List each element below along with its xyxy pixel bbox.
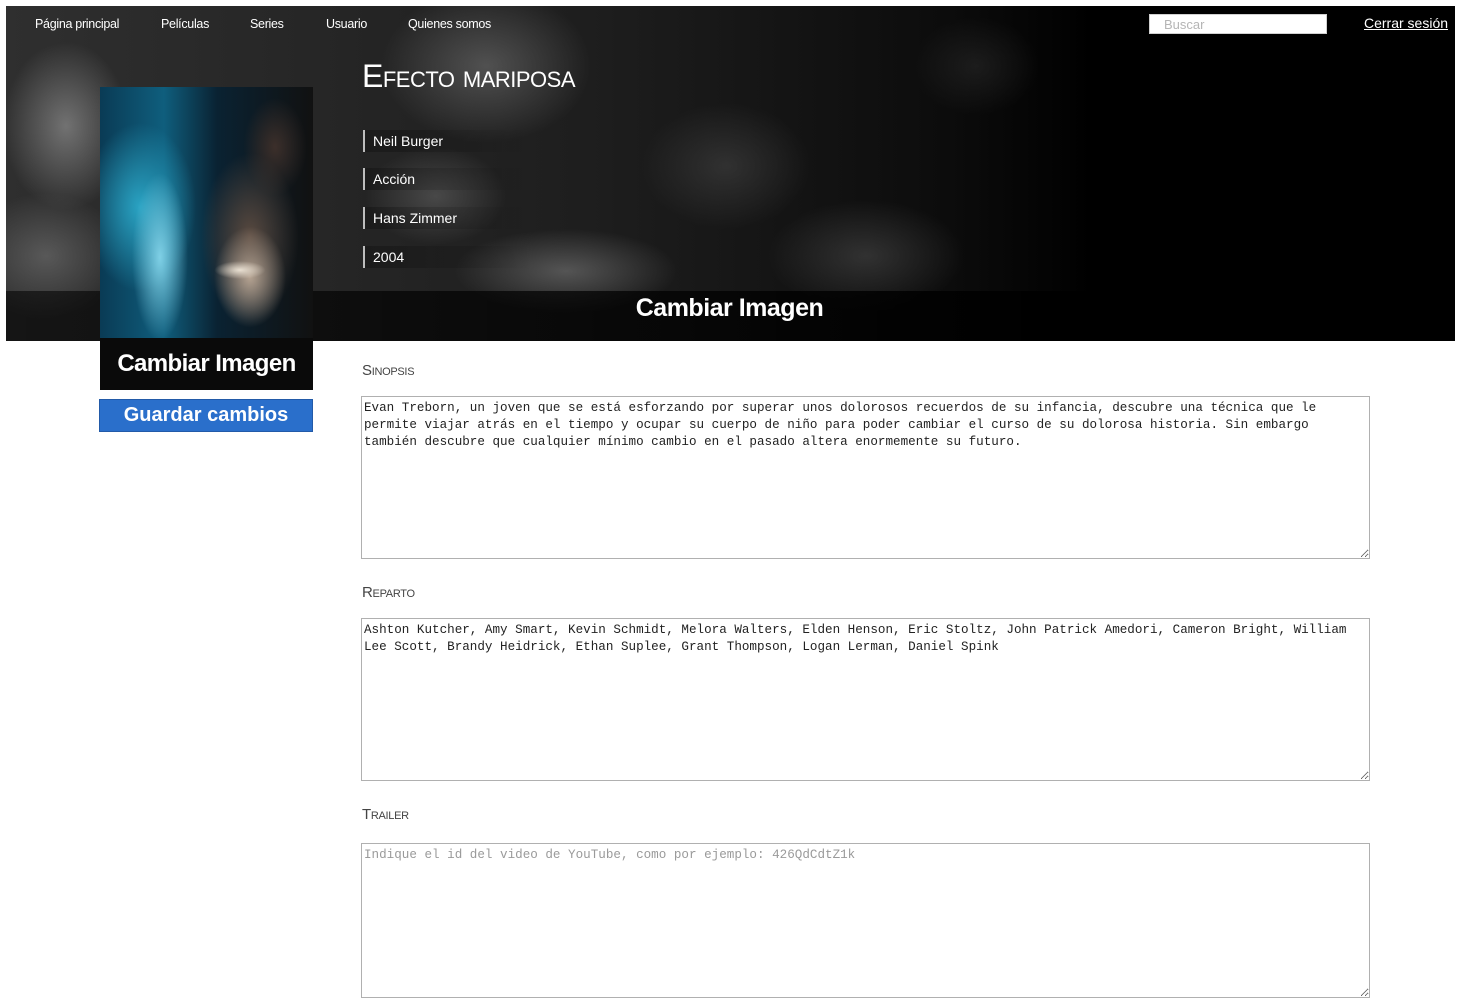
- nav-about-link[interactable]: Quienes somos: [408, 17, 491, 31]
- trailer-textarea[interactable]: [361, 843, 1370, 998]
- poster-change-image-button[interactable]: Cambiar Imagen: [100, 338, 313, 390]
- movie-poster: Cambiar Imagen: [100, 87, 313, 390]
- movie-title: Efecto mariposa: [362, 58, 576, 94]
- synopsis-label: Sinopsis: [362, 362, 415, 379]
- movie-director: Neil Burger: [363, 130, 533, 152]
- cast-label: Reparto: [362, 584, 415, 601]
- trailer-label: Trailer: [362, 806, 409, 823]
- logout-link[interactable]: Cerrar sesión: [1364, 15, 1448, 31]
- cast-textarea[interactable]: Ashton Kutcher, Amy Smart, Kevin Schmidt…: [361, 618, 1370, 781]
- movie-genre: Acción: [363, 168, 533, 190]
- nav-home-link[interactable]: Página principal: [35, 17, 119, 31]
- nav-movies-link[interactable]: Películas: [161, 17, 209, 31]
- nav-user-link[interactable]: Usuario: [326, 17, 367, 31]
- movie-composer: Hans Zimmer: [363, 207, 533, 229]
- movie-year: 2004: [363, 246, 533, 268]
- synopsis-textarea[interactable]: Evan Treborn, un joven que se está esfor…: [361, 396, 1370, 559]
- save-changes-button[interactable]: Guardar cambios: [99, 399, 313, 432]
- search-input[interactable]: [1149, 14, 1327, 34]
- nav-series-link[interactable]: Series: [250, 17, 284, 31]
